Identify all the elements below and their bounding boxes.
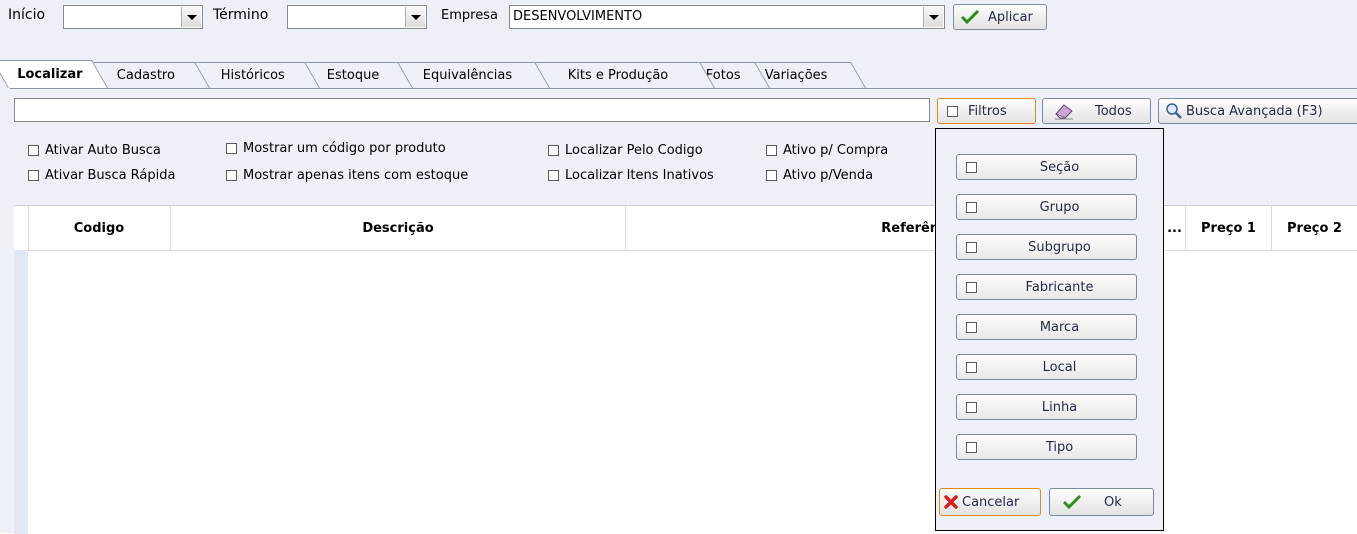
inicio-label: Início — [8, 7, 46, 23]
filter-fabricante-button[interactable]: Fabricante — [956, 274, 1137, 300]
busca-avancada-label: Busca Avançada (F3) — [1186, 103, 1323, 119]
column-header-codigo[interactable]: Codigo — [28, 206, 171, 250]
cancelar-button[interactable]: Cancelar — [939, 488, 1041, 516]
magnifier-icon — [1166, 103, 1182, 119]
tab-localizar[interactable]: Localizar — [0, 60, 109, 88]
mostrar-apenas-estoque-checkbox[interactable]: Mostrar apenas itens com estoque — [226, 168, 468, 183]
eraser-icon — [1055, 104, 1073, 120]
mostrar-um-codigo-checkbox[interactable]: Mostrar um código por produto — [226, 141, 446, 156]
column-header-preco-1[interactable]: Preço 1 — [1186, 206, 1272, 250]
ativar-busca-rapida-checkbox[interactable]: Ativar Busca Rápida — [28, 168, 175, 183]
column-header-descricao[interactable]: Descrição — [171, 206, 626, 250]
busca-avancada-button[interactable]: Busca Avançada (F3) — [1158, 98, 1357, 124]
termino-date-combo[interactable] — [287, 5, 427, 29]
filter-linha-button[interactable]: Linha — [956, 394, 1137, 420]
filter-tipo-button[interactable]: Tipo — [956, 434, 1137, 460]
filter-secao-button[interactable]: Seção — [956, 154, 1137, 180]
ativo-compra-checkbox[interactable]: Ativo p/ Compra — [766, 143, 888, 158]
filter-subgrupo-button[interactable]: Subgrupo — [956, 234, 1137, 260]
checkbox-icon — [966, 362, 977, 373]
checkbox-icon — [966, 442, 977, 453]
todos-button[interactable]: Todos — [1042, 98, 1151, 124]
chevron-down-icon[interactable] — [405, 7, 425, 27]
termino-label: Término — [213, 7, 269, 23]
filter-grupo-button[interactable]: Grupo — [956, 194, 1137, 220]
localizar-inativos-checkbox[interactable]: Localizar Itens Inativos — [548, 168, 714, 183]
checkbox-icon — [966, 402, 977, 413]
filtros-label: Filtros — [968, 103, 1007, 119]
filter-local-button[interactable]: Local — [956, 354, 1137, 380]
empresa-combo[interactable]: DESENVOLVIMENTO — [509, 5, 945, 29]
checkbox-icon — [966, 282, 977, 293]
ativo-venda-checkbox[interactable]: Ativo p/Venda — [766, 168, 873, 183]
chevron-down-icon[interactable] — [923, 7, 943, 27]
checkbox-icon — [966, 322, 977, 333]
check-icon — [1062, 494, 1082, 510]
filter-checkbox-icon — [947, 105, 958, 117]
filter-marca-button[interactable]: Marca — [956, 314, 1137, 340]
tab-kits-producao[interactable]: Kits e Produção — [519, 62, 715, 88]
empresa-value: DESENVOLVIMENTO — [513, 9, 643, 24]
close-icon — [944, 495, 958, 509]
search-input[interactable] — [14, 98, 930, 122]
checkbox-icon — [966, 162, 977, 173]
aplicar-button[interactable]: Aplicar — [953, 4, 1047, 30]
check-icon — [960, 9, 980, 25]
checkbox-icon — [966, 202, 977, 213]
todos-label: Todos — [1095, 103, 1132, 119]
empresa-label: Empresa — [441, 8, 498, 23]
filter-popup: Seção Grupo Subgrupo Fabricante Marca Lo… — [935, 128, 1164, 531]
aplicar-label: Aplicar — [988, 9, 1033, 25]
column-header-preco-2[interactable]: Preço 2 — [1272, 206, 1357, 250]
grid-indicator-header — [14, 206, 29, 250]
cancelar-label: Cancelar — [962, 494, 1020, 510]
ok-button[interactable]: Ok — [1049, 488, 1154, 516]
chevron-down-icon[interactable] — [181, 7, 201, 27]
column-header-referencia[interactable]: Referência — [626, 206, 981, 250]
filtros-button[interactable]: Filtros — [937, 98, 1036, 124]
checkbox-icon — [966, 242, 977, 253]
column-header-truncated[interactable]: ... — [1164, 206, 1186, 250]
ativar-auto-busca-checkbox[interactable]: Ativar Auto Busca — [28, 143, 161, 158]
grid-row-indicator — [14, 250, 28, 534]
localizar-pelo-codigo-checkbox[interactable]: Localizar Pelo Codigo — [548, 143, 703, 158]
ok-label: Ok — [1104, 494, 1122, 510]
inicio-date-combo[interactable] — [63, 5, 203, 29]
